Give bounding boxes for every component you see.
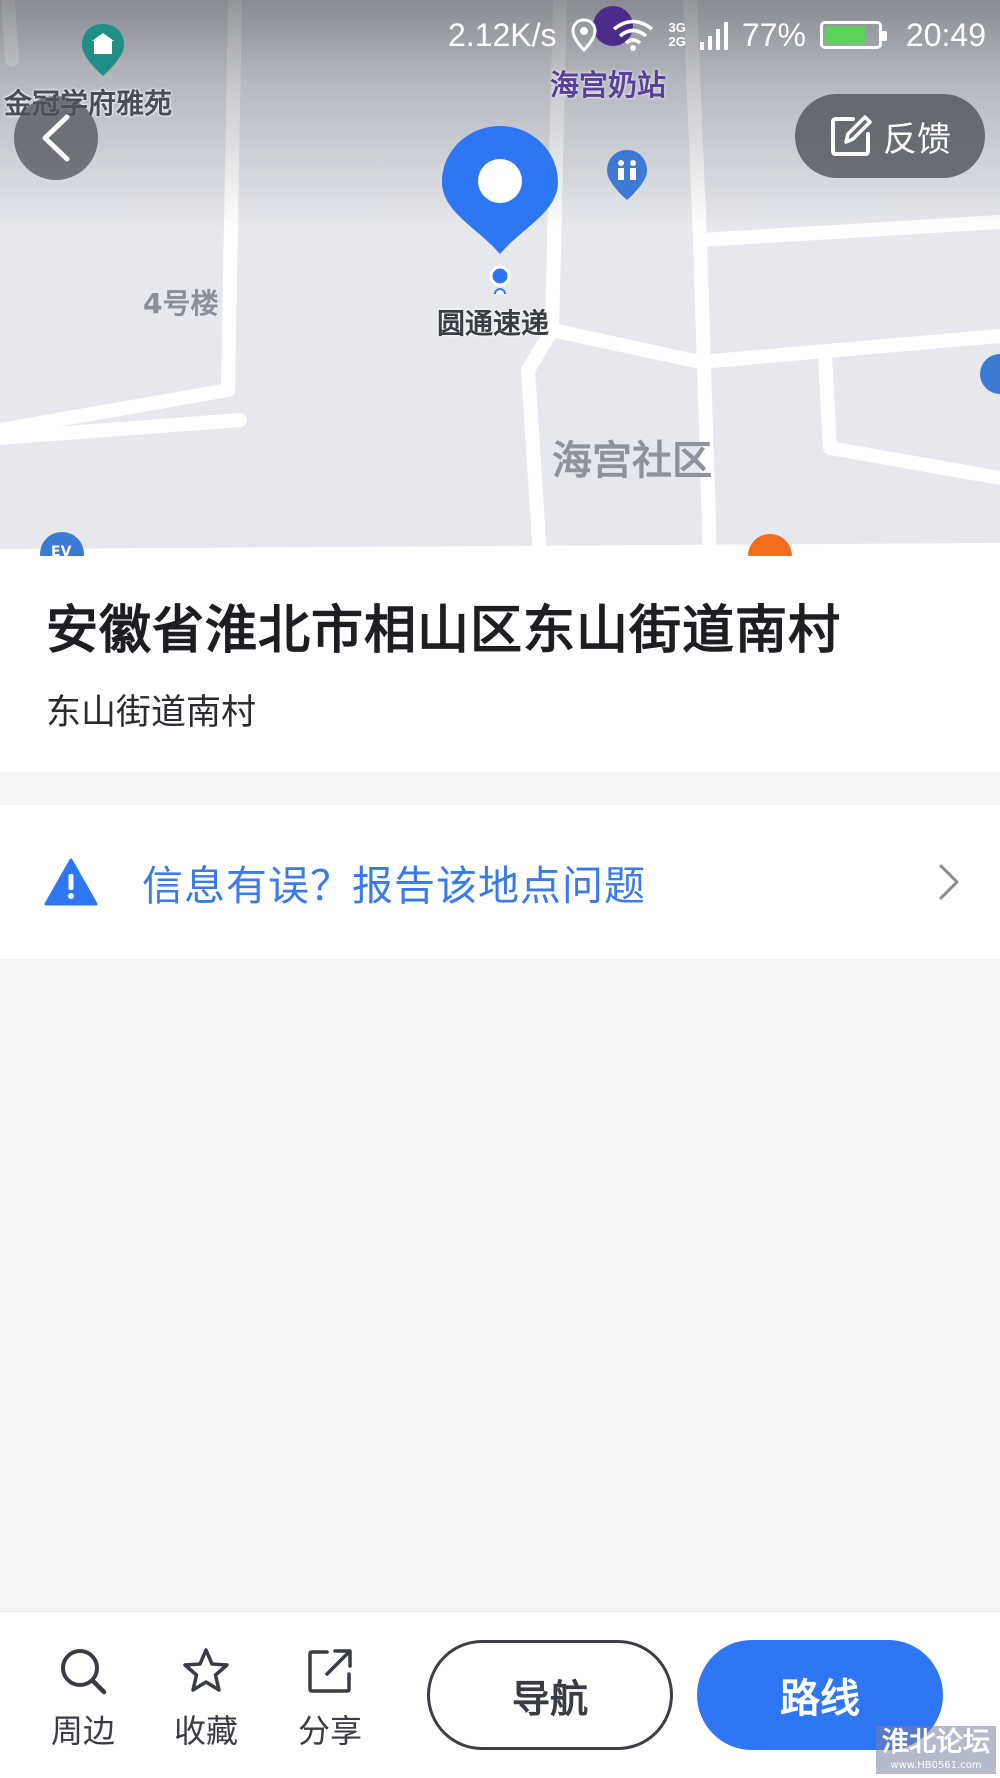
place-subtitle: 东山街道南村: [46, 693, 257, 734]
clock: 20:49: [905, 16, 986, 53]
star-icon: [183, 1648, 229, 1692]
feedback-button[interactable]: 反馈: [795, 94, 985, 178]
favorite-label: 收藏: [173, 1712, 238, 1750]
back-button[interactable]: [14, 96, 98, 180]
parking-poi-icon[interactable]: [980, 352, 1000, 402]
favorite-button[interactable]: 收藏: [161, 1646, 251, 1752]
cell-signal-icon: [699, 20, 728, 50]
nearby-label: 周边: [50, 1712, 115, 1750]
place-info-card: 安徽省淮北市相山区东山街道南村 东山街道南村: [0, 556, 1000, 772]
warning-icon: [44, 858, 98, 906]
food-poi-icon[interactable]: [746, 530, 796, 556]
map-view[interactable]: 金冠学府雅苑 海宫奶站 4号楼 圆通速递 海宫社区 EV 2.12K/s 3G …: [0, 0, 1000, 556]
forum-watermark: 淮北论坛 www.HB0561.com: [876, 1726, 996, 1774]
watermark-title: 淮北论坛: [882, 1727, 990, 1758]
bottom-action-bar: 周边 收藏 分享 导航 路线: [0, 1611, 1000, 1778]
feedback-label: 反馈: [883, 119, 951, 160]
screen: 金冠学府雅苑 海宫奶站 4号楼 圆通速递 海宫社区 EV 2.12K/s 3G …: [0, 0, 1000, 1778]
restroom-poi-icon[interactable]: [604, 148, 650, 204]
status-bar: 2.12K/s 3G 2G 77% 20:49: [0, 0, 1000, 70]
chevron-left-icon: [42, 114, 70, 162]
wifi-icon: [611, 18, 655, 52]
share-label: 分享: [297, 1712, 362, 1750]
nearby-button[interactable]: 周边: [38, 1646, 128, 1752]
battery-icon: [819, 21, 887, 49]
navigate-button[interactable]: 导航: [427, 1640, 673, 1750]
network-speed: 2.12K/s: [448, 16, 557, 53]
place-title: 安徽省淮北市相山区东山街道南村: [46, 601, 842, 661]
map-label-building[interactable]: 4号楼: [143, 282, 218, 322]
share-icon: [308, 1649, 352, 1693]
ev-charging-poi-icon[interactable]: EV: [38, 528, 88, 556]
map-label-community[interactable]: 海宫社区: [552, 428, 712, 486]
search-icon: [61, 1649, 107, 1695]
battery-fill: [824, 26, 865, 44]
report-issue-label: 信息有误？报告该地点问题: [142, 862, 646, 910]
map-label-courier[interactable]: 圆通速递: [437, 302, 549, 342]
battery-percent: 77%: [741, 16, 806, 53]
location-icon: [571, 18, 597, 52]
chevron-right-icon: [939, 864, 959, 900]
watermark-url: www.HB0561.com: [890, 1760, 982, 1771]
signal-icon: 3G 2G: [669, 21, 686, 49]
location-pin-icon[interactable]: [440, 124, 560, 294]
signal-2g-label: 2G: [668, 34, 686, 49]
signal-3g-label: 3G: [668, 20, 686, 35]
report-issue-row[interactable]: 信息有误？报告该地点问题: [0, 805, 1000, 959]
share-button[interactable]: 分享: [285, 1646, 375, 1752]
edit-icon: [831, 115, 872, 156]
svg-text:EV: EV: [51, 544, 72, 556]
